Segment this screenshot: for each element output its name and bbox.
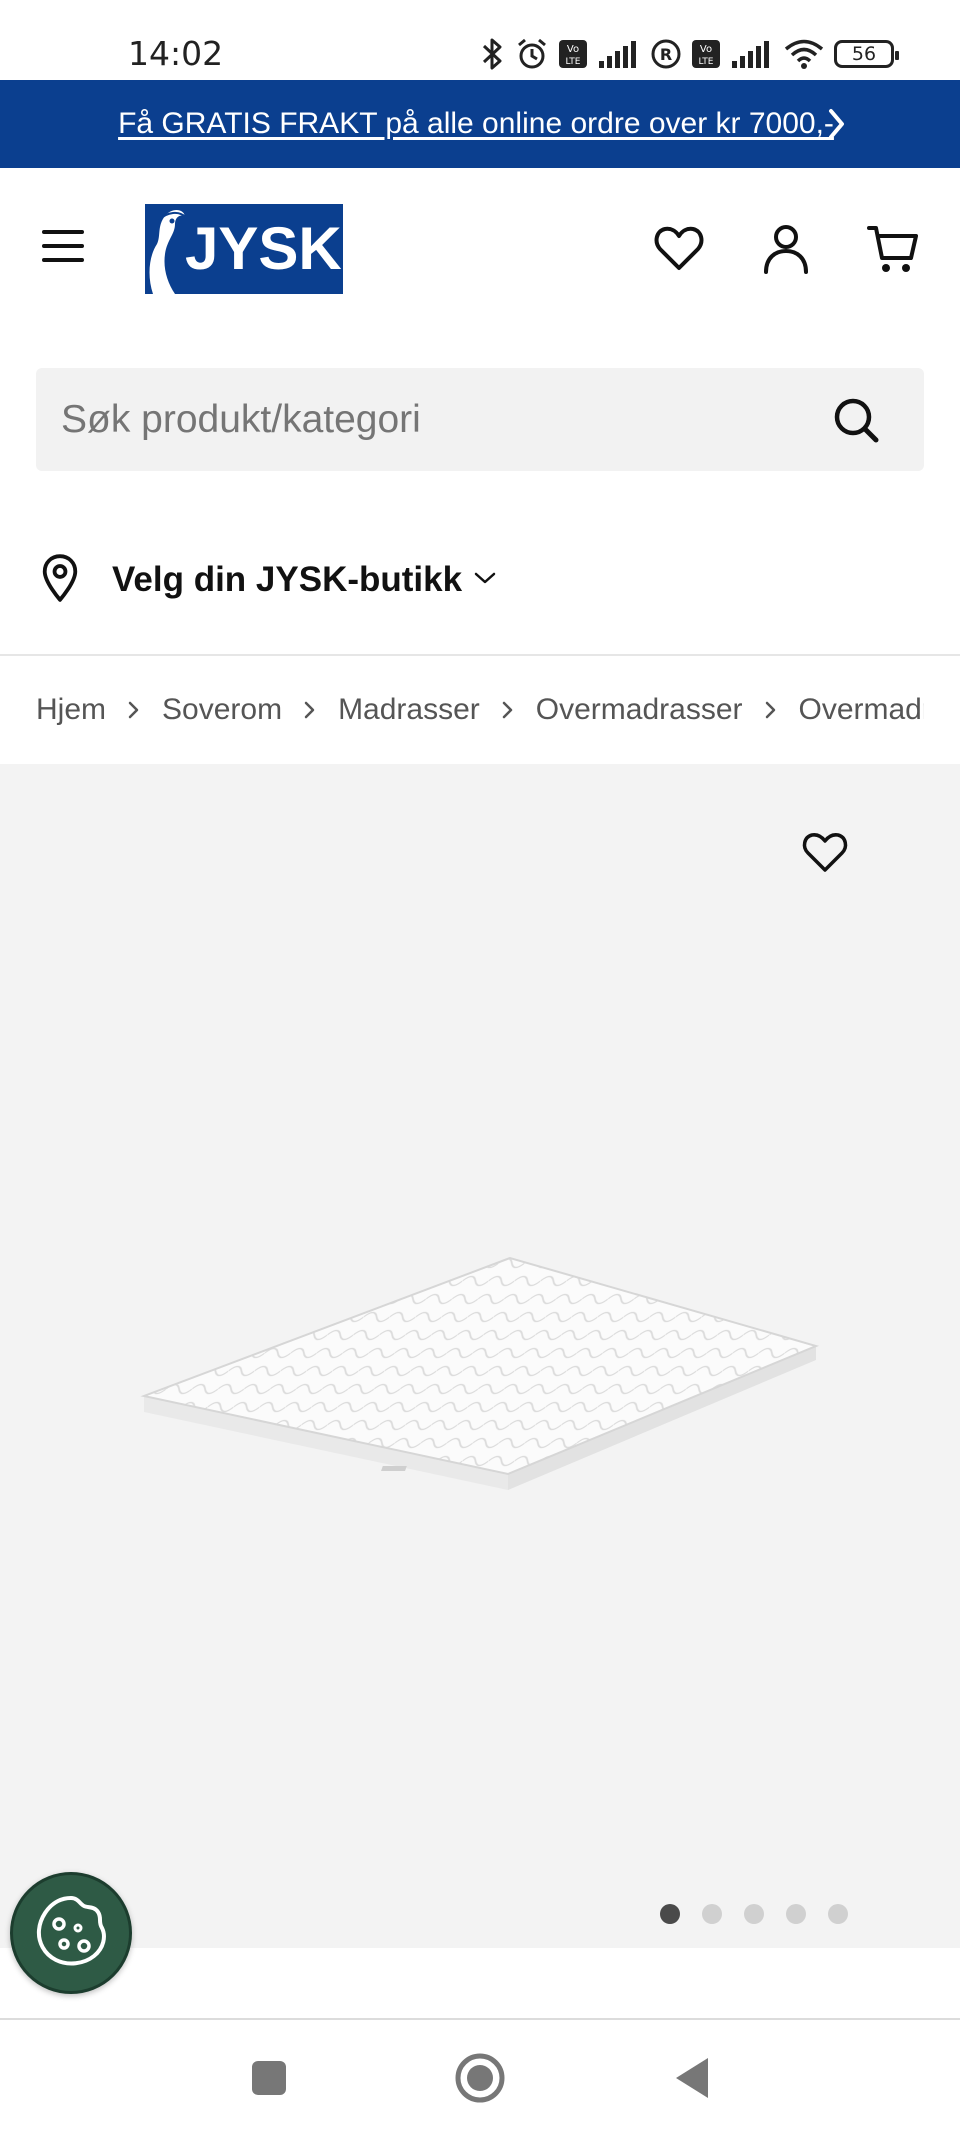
svg-text:Vo: Vo (700, 44, 712, 55)
site-header: JYSK (0, 168, 960, 336)
chevron-down-icon[interactable] (474, 571, 496, 590)
carousel-dot-4[interactable] (786, 1904, 806, 1924)
chevron-right-icon (765, 693, 777, 727)
battery-icon: 56 (834, 40, 899, 68)
system-navigation-bar (0, 2020, 960, 2133)
volte-icon: Vo LTE (691, 39, 721, 69)
status-time: 14:02 (128, 34, 224, 73)
heart-icon[interactable] (801, 830, 849, 874)
signal-icon (597, 39, 641, 69)
user-icon[interactable] (759, 222, 813, 276)
search-input[interactable] (61, 368, 761, 471)
bluetooth-icon (480, 37, 506, 71)
signal-icon (730, 39, 774, 69)
roaming-icon: R (650, 38, 682, 70)
carousel-dot-5[interactable] (828, 1904, 848, 1924)
breadcrumb-item-madrasser[interactable]: Madrasser (338, 693, 480, 727)
cart-icon[interactable] (866, 222, 920, 276)
breadcrumb-item-current[interactable]: Overmadrasser (799, 693, 925, 727)
breadcrumb-item-hjem[interactable]: Hjem (36, 693, 106, 727)
svg-text:LTE: LTE (699, 57, 714, 67)
wifi-icon (783, 38, 825, 70)
carousel-indicators (660, 1904, 848, 1924)
search-icon[interactable] (832, 396, 880, 444)
store-label[interactable]: Velg din JYSK-butikk (112, 560, 462, 600)
heart-icon[interactable] (652, 222, 706, 276)
jysk-logo[interactable]: JYSK (145, 204, 343, 294)
store-selector[interactable]: Velg din JYSK-butikk (36, 548, 496, 612)
chevron-right-icon[interactable] (826, 106, 848, 147)
recents-icon[interactable] (241, 2050, 297, 2106)
home-icon[interactable] (452, 2050, 508, 2106)
logo-text: JYSK (185, 215, 342, 282)
carousel-dot-1[interactable] (660, 1904, 680, 1924)
breadcrumb-item-soverom[interactable]: Soverom (162, 693, 282, 727)
search-bar (36, 368, 924, 471)
breadcrumb-item-overmadrasser[interactable]: Overmadrasser (536, 693, 743, 727)
alarm-icon (515, 37, 549, 71)
cookie-icon (32, 1892, 110, 1975)
carousel-dot-2[interactable] (702, 1904, 722, 1924)
svg-text:R: R (660, 45, 672, 64)
svg-text:LTE: LTE (566, 57, 581, 67)
breadcrumb: Hjem Soverom Madrasser Overmadrasser Ove… (36, 686, 924, 734)
back-icon[interactable] (664, 2050, 720, 2106)
product-image-mattress-topper[interactable] (140, 1254, 820, 1494)
chevron-right-icon (304, 693, 316, 727)
carousel-dot-3[interactable] (744, 1904, 764, 1924)
svg-text:Vo: Vo (567, 44, 579, 55)
cookie-settings-button[interactable] (10, 1872, 132, 1994)
battery-level: 56 (851, 43, 877, 65)
status-icons: Vo LTE R Vo LTE 56 (480, 34, 899, 74)
promo-text[interactable]: Få GRATIS FRAKT på alle online ordre ove… (118, 107, 834, 141)
divider (0, 654, 960, 656)
product-gallery[interactable] (0, 764, 960, 1948)
promo-banner[interactable]: Få GRATIS FRAKT på alle online ordre ove… (0, 80, 960, 168)
location-pin-icon (36, 553, 84, 607)
volte-icon: Vo LTE (558, 39, 588, 69)
menu-icon[interactable] (38, 226, 88, 266)
chevron-right-icon (128, 693, 140, 727)
status-bar: 14:02 Vo LTE R Vo LTE 56 (0, 0, 960, 80)
chevron-right-icon (502, 693, 514, 727)
